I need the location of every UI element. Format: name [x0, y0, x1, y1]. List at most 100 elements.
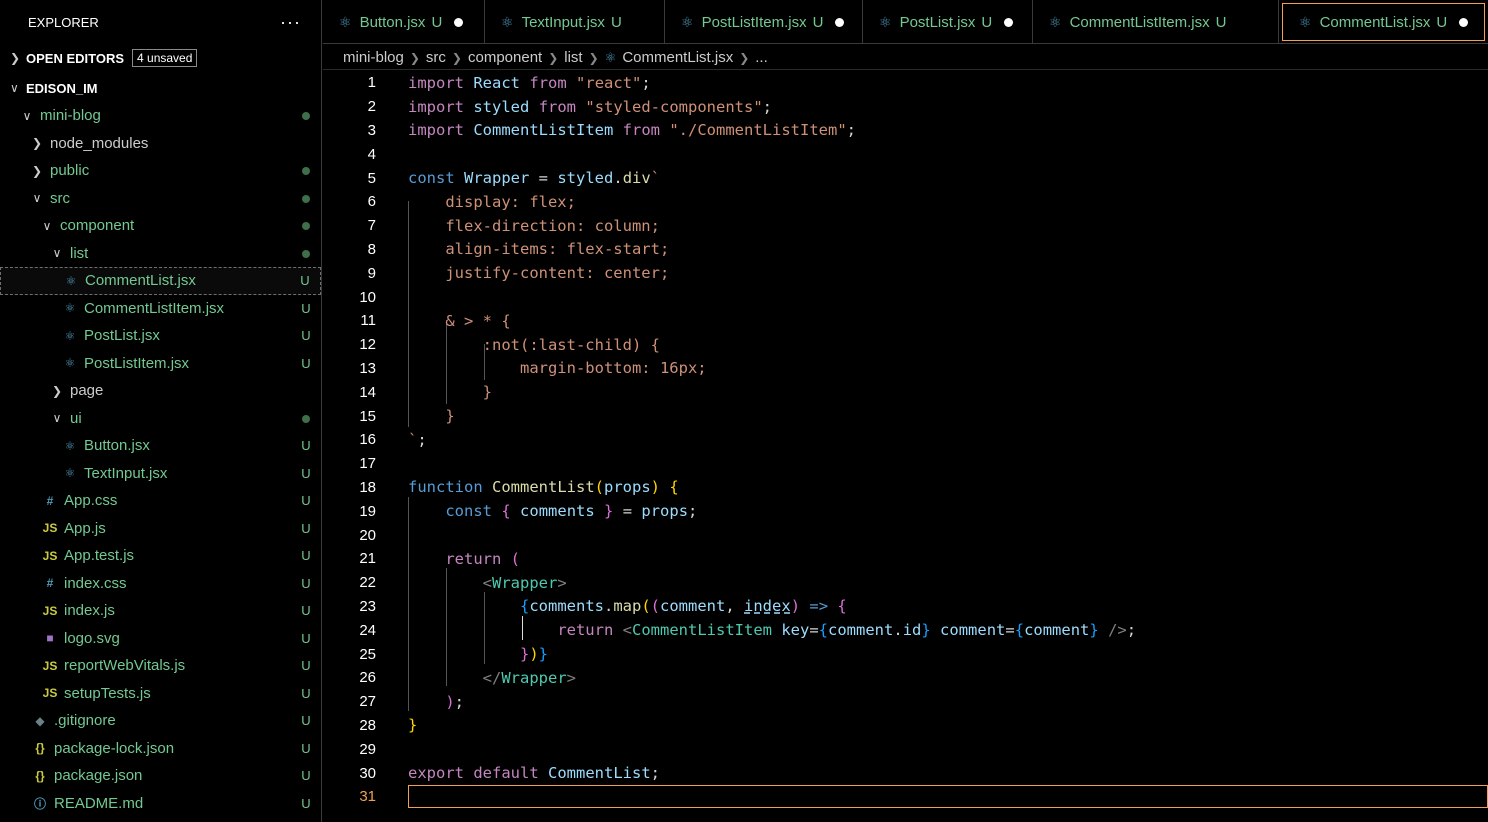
untracked-status: U [301, 630, 311, 646]
code-line[interactable]: 3 import CommentListItem from "./CommentL… [323, 119, 1488, 143]
tree-item[interactable]: ⓘ README.md U [0, 790, 321, 818]
code-line[interactable]: 10 [323, 285, 1488, 309]
breadcrumb-item[interactable]: CommentList.jsx [622, 49, 733, 66]
css-file-icon: # [46, 576, 54, 591]
tree-item[interactable]: ⚛ CommentListItem.jsx U [0, 295, 321, 323]
code-line[interactable]: 26 </Wrapper> [323, 666, 1488, 690]
open-editors-label: OPEN EDITORS [26, 50, 125, 66]
tree-item[interactable]: ⚛ PostList.jsx U [0, 322, 321, 350]
code-line[interactable]: 17 [323, 452, 1488, 476]
tree-item[interactable]: ❯ node_modules [0, 130, 321, 158]
code-line[interactable]: 6 display: flex; [323, 190, 1488, 214]
code-line[interactable]: 9 justify-content: center; [323, 261, 1488, 285]
tree-item[interactable]: JS App.js U [0, 515, 321, 543]
tree-item-label: CommentList.jsx [85, 272, 196, 290]
unsaved-dot-icon[interactable] [1004, 17, 1014, 27]
js-file-icon: JS [42, 603, 58, 618]
code-line[interactable]: 23 {comments.map((comment, index) => { [323, 595, 1488, 619]
tree-item[interactable]: JS reportWebVitals.js U [0, 652, 321, 680]
untracked-status: U [301, 548, 311, 564]
code-line[interactable]: 21 return ( [323, 547, 1488, 571]
code-line[interactable]: 7 flex-direction: column; [323, 214, 1488, 238]
breadcrumb-item[interactable]: list [564, 49, 582, 66]
editor-tab[interactable]: ⚛ PostListItem.jsx U [665, 0, 863, 44]
tree-item[interactable]: ∨ src [0, 185, 321, 213]
tree-item[interactable]: ■ logo.svg U [0, 625, 321, 653]
editor-tab[interactable]: ⚛ Button.jsx U [323, 0, 485, 44]
code-line[interactable]: 28} [323, 714, 1488, 738]
unsaved-dot-icon[interactable] [1459, 17, 1469, 27]
untracked-status: U [301, 300, 311, 316]
breadcrumb-item[interactable]: ... [755, 49, 768, 66]
code-line[interactable]: 25 })} [323, 642, 1488, 666]
code-line[interactable]: 13 margin-bottom: 16px; [323, 357, 1488, 381]
tree-item[interactable]: ⚛ CommentList.jsx U [0, 267, 321, 295]
code-editor[interactable]: 1 import React from "react"; 2 import style… [323, 70, 1488, 822]
tree-item[interactable]: ⚛ TextInput.jsx U [0, 460, 321, 488]
code-line[interactable]: 30 export default CommentList; [323, 761, 1488, 785]
tree-item[interactable]: # App.css U [0, 487, 321, 515]
tree-item[interactable]: {} package.json U [0, 762, 321, 790]
editor-tab[interactable]: ⚛ TextInput.jsx U [485, 0, 665, 44]
tree-item-label: mini-blog [40, 107, 101, 125]
code-line[interactable]: 24 return <CommentListItem key={comment.… [323, 618, 1488, 642]
tree-item[interactable]: JS index.js U [0, 597, 321, 625]
tree-item[interactable]: ⚛ Button.jsx U [0, 432, 321, 460]
code-line[interactable]: 4 [323, 142, 1488, 166]
json-file-icon: {} [35, 741, 45, 756]
code-text: import React from "react"; [408, 73, 651, 92]
tree-item[interactable]: ∨ mini-blog [0, 102, 321, 130]
code-line[interactable]: 11 & > * { [323, 309, 1488, 333]
tree-item[interactable]: ❯ page [0, 377, 321, 405]
code-line[interactable]: 16 `; [323, 428, 1488, 452]
workspace-section[interactable]: ∨ EDISON_IM [0, 74, 321, 102]
open-editors-section[interactable]: ❯ OPEN EDITORS 4 unsaved [0, 44, 321, 72]
code-line[interactable]: 5 const Wrapper = styled.div` [323, 166, 1488, 190]
code-text: return <CommentListItem key={comment.id}… [557, 621, 1137, 640]
chevron-down-icon: ∨ [52, 411, 62, 426]
tree-item[interactable]: {} package-lock.json U [0, 735, 321, 763]
code-line[interactable]: 1 import React from "react"; [323, 71, 1488, 95]
tree-item-label: setupTests.js [64, 684, 151, 702]
tree-item-label: component [60, 217, 135, 235]
untracked-status: U [301, 328, 311, 344]
breadcrumb-item[interactable]: src [426, 49, 446, 66]
code-line[interactable]: 15 } [323, 404, 1488, 428]
unsaved-dot-icon[interactable] [835, 17, 845, 27]
react-icon: ⚛ [64, 328, 76, 343]
code-line[interactable]: 20 [323, 523, 1488, 547]
tree-item[interactable]: JS setupTests.js U [0, 680, 321, 708]
line-number: 22 [359, 574, 376, 592]
code-line[interactable]: 14 } [323, 380, 1488, 404]
tree-item[interactable]: JS App.test.js U [0, 542, 321, 570]
code-line[interactable]: 31 [323, 785, 1488, 809]
tree-item-label: reportWebVitals.js [64, 657, 186, 675]
breadcrumb-item[interactable]: component [468, 49, 542, 66]
tree-item[interactable]: ∨ ui [0, 405, 321, 433]
tree-item[interactable]: ◆ .gitignore U [0, 707, 321, 735]
editor-tab[interactable]: ⚛ PostList.jsx U [863, 0, 1033, 44]
chevron-right-icon: ❯ [548, 50, 559, 65]
unsaved-dot-icon[interactable] [454, 17, 464, 27]
more-actions-icon[interactable]: ··· [280, 12, 301, 33]
chevron-right-icon: ❯ [409, 50, 420, 65]
tree-item[interactable]: ❯ public [0, 157, 321, 185]
code-line[interactable]: 22 <Wrapper> [323, 571, 1488, 595]
line-number: 18 [359, 478, 376, 496]
tree-item[interactable]: ⚛ PostListItem.jsx U [0, 350, 321, 378]
code-line[interactable]: 19 const { comments } = props; [323, 499, 1488, 523]
code-line[interactable]: 18 function CommentList(props) { [323, 476, 1488, 500]
tree-item-label: Button.jsx [84, 437, 150, 455]
untracked-status: U [301, 658, 311, 674]
tree-item[interactable]: ∨ list [0, 240, 321, 268]
editor-tab[interactable]: ⚛ CommentList.jsx U [1282, 3, 1485, 41]
code-line[interactable]: 8 align-items: flex-start; [323, 238, 1488, 262]
code-line[interactable]: 12 :not(:last-child) { [323, 333, 1488, 357]
code-line[interactable]: 29 [323, 737, 1488, 761]
breadcrumb-item[interactable]: mini-blog [343, 49, 404, 66]
tree-item[interactable]: # index.css U [0, 570, 321, 598]
code-line[interactable]: 27 ); [323, 690, 1488, 714]
tree-item[interactable]: ∨ component [0, 212, 321, 240]
code-line[interactable]: 2 import styled from "styled-components"; [323, 95, 1488, 119]
editor-tab[interactable]: ⚛ CommentListItem.jsx U [1033, 0, 1279, 44]
